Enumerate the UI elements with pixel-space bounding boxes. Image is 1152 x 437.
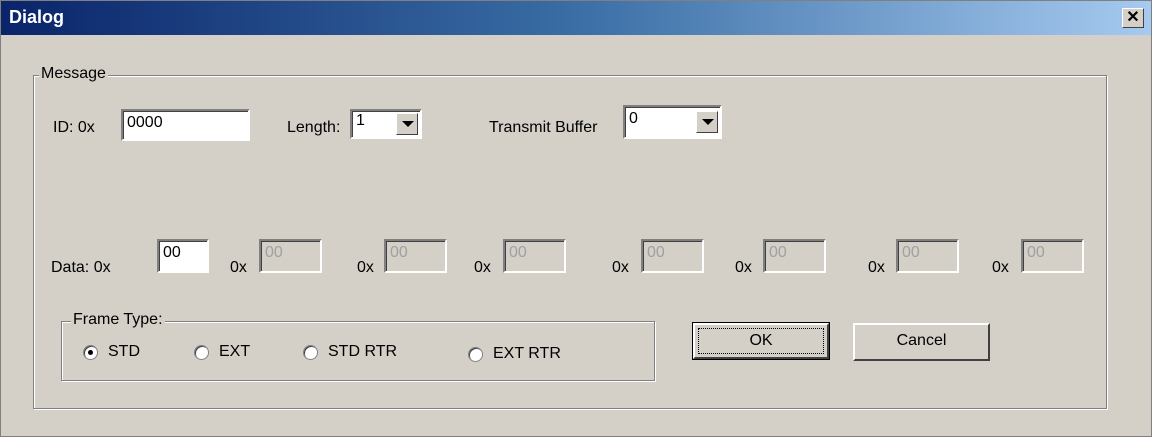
radio-label: STD — [108, 343, 140, 360]
transmit-buffer-select[interactable]: 0 — [623, 105, 722, 139]
data-byte-0[interactable]: 00 — [157, 239, 209, 273]
message-group-legend: Message — [39, 65, 108, 83]
radio-ext-rtr[interactable]: EXT RTR — [468, 345, 561, 363]
data-prefix-4: 0x — [612, 259, 629, 276]
data-byte-5[interactable]: 00 — [763, 239, 826, 273]
data-byte-value: 00 — [390, 244, 408, 261]
data-byte-value: 00 — [265, 244, 283, 261]
id-input-value: 0000 — [127, 114, 163, 131]
cancel-button-label: Cancel — [896, 332, 947, 349]
data-byte-7[interactable]: 00 — [1021, 239, 1084, 273]
dialog-window: Dialog ✕ Message ID: 0x 0000 Length: 1 T… — [0, 0, 1152, 437]
length-label: Length: — [287, 119, 341, 136]
data-prefix-7: 0x — [992, 259, 1009, 276]
transmit-buffer-label: Transmit Buffer — [489, 119, 598, 136]
focus-rectangle — [698, 328, 824, 354]
frame-type-legend: Frame Type: — [71, 311, 165, 329]
radio-label: EXT RTR — [493, 345, 561, 362]
radio-label: STD RTR — [328, 343, 398, 360]
length-select[interactable]: 1 — [350, 109, 422, 139]
radio-std[interactable]: STD — [83, 343, 140, 361]
radio-indicator — [303, 344, 318, 360]
length-dropdown-button[interactable] — [396, 113, 418, 135]
data-prefix-1: 0x — [230, 259, 247, 276]
data-byte-4[interactable]: 00 — [641, 239, 704, 273]
data-byte-2[interactable]: 00 — [384, 239, 447, 273]
cancel-button[interactable]: Cancel — [853, 323, 990, 361]
data-prefix-5: 0x — [735, 259, 752, 276]
radio-indicator — [83, 344, 98, 360]
radio-label: EXT — [219, 343, 251, 360]
data-byte-value: 00 — [163, 244, 181, 261]
length-select-value: 1 — [356, 112, 365, 129]
data-prefix-2: 0x — [357, 259, 374, 276]
radio-indicator — [468, 346, 483, 362]
data-byte-value: 00 — [902, 244, 920, 261]
id-label: ID: 0x — [53, 119, 95, 136]
data-byte-value: 00 — [1027, 244, 1045, 261]
transmit-buffer-dropdown-button[interactable] — [696, 111, 718, 133]
data-prefix-3: 0x — [474, 259, 491, 276]
radio-indicator — [194, 344, 209, 360]
data-byte-3[interactable]: 00 — [503, 239, 566, 273]
ok-button[interactable]: OK — [692, 322, 830, 360]
close-button[interactable]: ✕ — [1122, 8, 1144, 28]
data-byte-1[interactable]: 00 — [259, 239, 322, 273]
window-title: Dialog — [9, 7, 65, 27]
data-byte-6[interactable]: 00 — [896, 239, 959, 273]
data-label: Data: 0x — [51, 259, 111, 276]
data-byte-value: 00 — [647, 244, 665, 261]
close-icon: ✕ — [1126, 9, 1140, 26]
title-bar[interactable]: Dialog ✕ — [1, 1, 1151, 35]
transmit-buffer-value: 0 — [629, 110, 638, 127]
data-prefix-6: 0x — [868, 259, 885, 276]
radio-ext[interactable]: EXT — [194, 343, 250, 361]
data-byte-value: 00 — [769, 244, 787, 261]
radio-std-rtr[interactable]: STD RTR — [303, 343, 397, 361]
id-input[interactable]: 0000 — [121, 109, 250, 141]
data-byte-value: 00 — [509, 244, 527, 261]
